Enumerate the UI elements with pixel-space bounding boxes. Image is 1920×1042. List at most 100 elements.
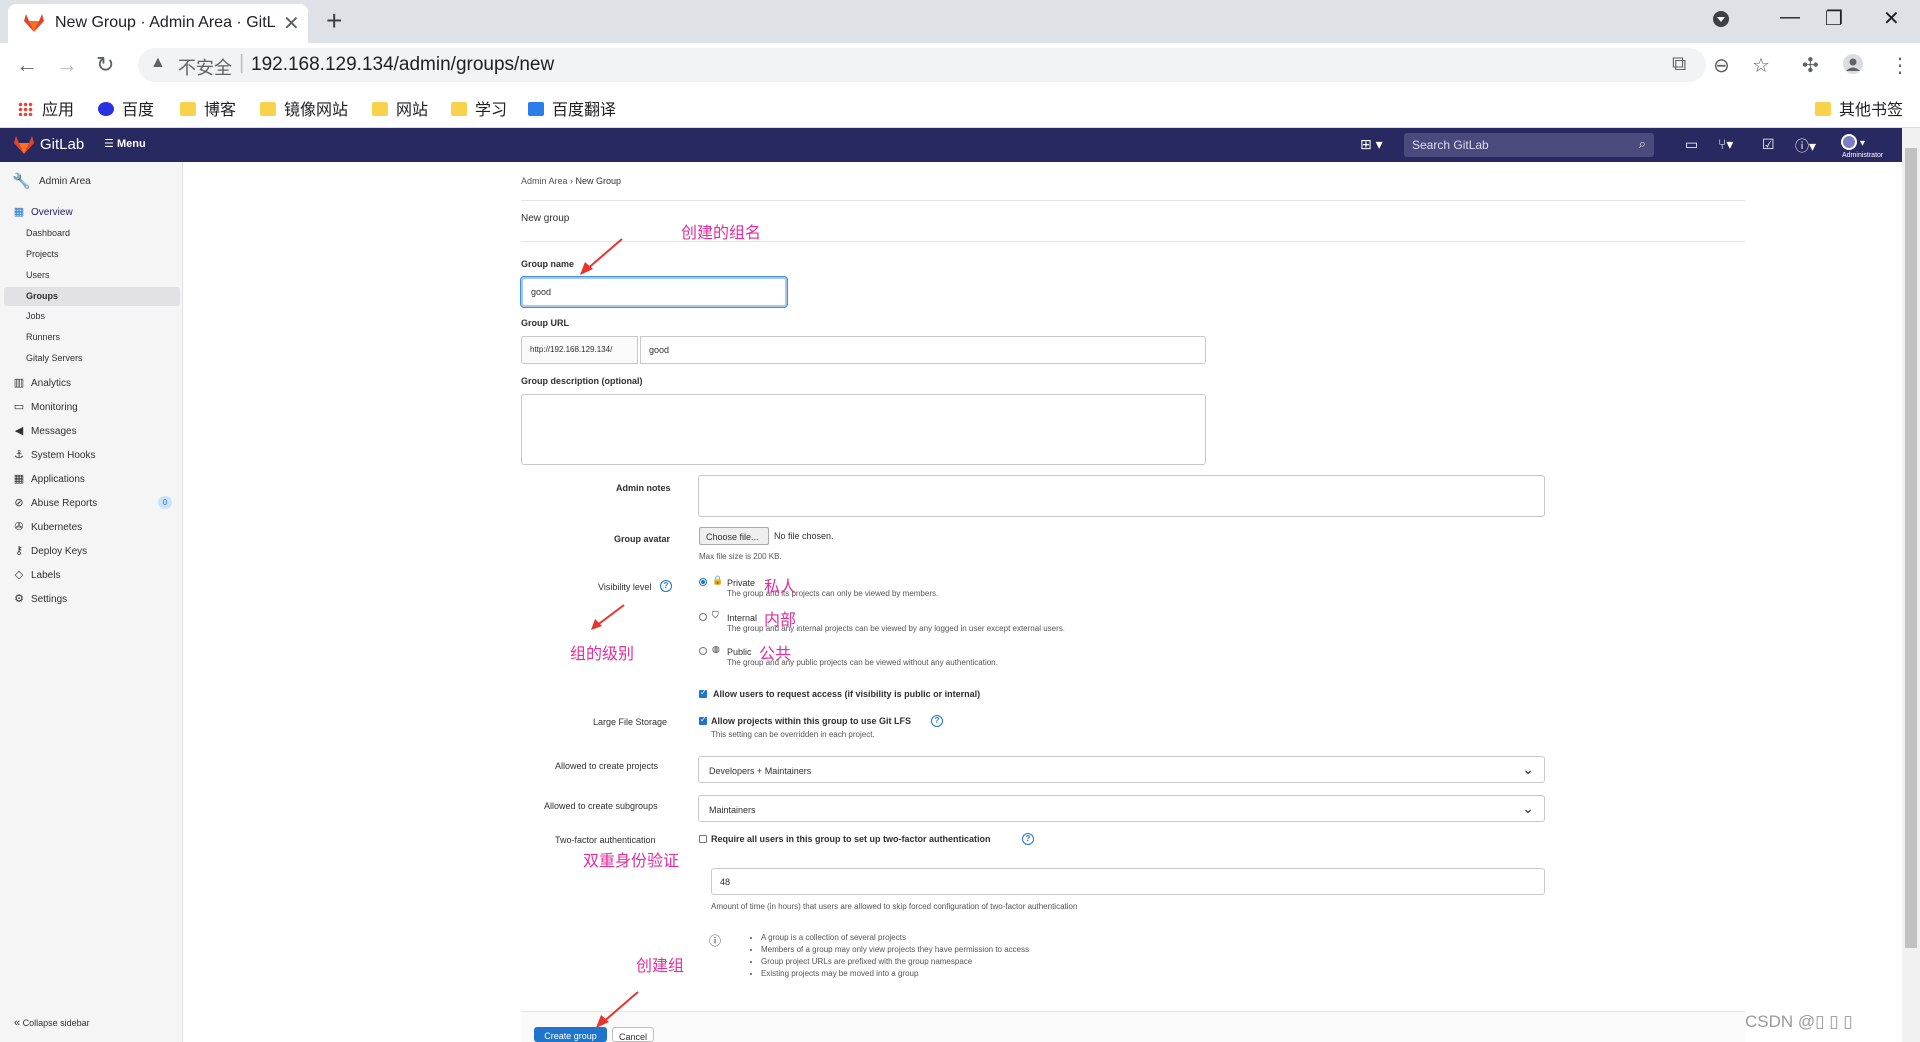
create-subgroups-label: Allowed to create subgroups xyxy=(544,801,658,811)
breadcrumb-new-group[interactable]: New Group xyxy=(576,176,622,186)
info-item: Group project URLs are prefixed with the… xyxy=(761,956,1029,968)
sidebar-item-messages[interactable]: ◀ Messages xyxy=(0,421,183,441)
zoom-icon[interactable]: ⊖ xyxy=(1713,53,1730,78)
other-bookmarks[interactable]: 其他书签 xyxy=(1815,96,1903,120)
browser-tab[interactable]: New Group · Admin Area · GitL ✕ xyxy=(8,4,308,43)
collapse-sidebar-button[interactable]: « Collapse sidebar xyxy=(14,1017,90,1029)
gitlab-brand[interactable]: GitLab xyxy=(40,136,84,153)
visibility-public-radio[interactable] xyxy=(699,647,707,655)
sidebar-item-abuse-reports[interactable]: ⊘ Abuse Reports 0 xyxy=(0,493,183,513)
search-input[interactable]: Search GitLab ⌕ xyxy=(1404,133,1654,157)
back-icon[interactable]: ← xyxy=(16,52,38,78)
twofa-checkbox[interactable] xyxy=(699,835,707,843)
profile-dropdown-icon[interactable] xyxy=(1712,10,1730,34)
lfs-label: Large File Storage xyxy=(593,717,668,727)
twofa-help-icon[interactable]: ? xyxy=(1022,833,1034,845)
browser-menu-icon[interactable]: ⋮ xyxy=(1890,53,1910,78)
profile-avatar-icon[interactable] xyxy=(1842,53,1864,81)
visibility-private-radio[interactable] xyxy=(699,578,707,586)
sidebar-sub-dashboard[interactable]: Dashboard xyxy=(26,228,70,238)
sidebar-item-monitoring[interactable]: ▭ Monitoring xyxy=(0,397,183,417)
restore-icon[interactable]: ❐ xyxy=(1825,6,1843,31)
sidebar-title: Admin Area xyxy=(39,176,91,187)
bookmark-study[interactable]: 学习 xyxy=(451,96,507,120)
url-text[interactable]: 192.168.129.134/admin/groups/new xyxy=(251,54,554,76)
new-dropdown-icon[interactable]: ⊞ ▾ xyxy=(1360,136,1383,153)
bookmark-apps[interactable]: 应用 xyxy=(18,96,74,120)
monitor-icon: ▭ xyxy=(13,401,25,413)
sidebar-sub-jobs[interactable]: Jobs xyxy=(26,311,45,321)
sidebar-item-analytics[interactable]: ▥ Analytics xyxy=(0,373,183,393)
gitlab-logo-icon[interactable] xyxy=(14,136,34,154)
help-icon[interactable]: ⓘ▾ xyxy=(1795,136,1816,156)
sidebar-item-system-hooks[interactable]: ⚓ System Hooks xyxy=(0,445,183,465)
lfs-help-text: This setting can be overridden in each p… xyxy=(711,730,875,739)
bookmark-sites[interactable]: 网站 xyxy=(372,96,428,120)
cancel-button[interactable]: Cancel xyxy=(612,1027,654,1042)
request-access-checkbox[interactable] xyxy=(699,688,707,698)
sidebar-sub-projects[interactable]: Projects xyxy=(26,249,59,259)
description-textarea[interactable] xyxy=(521,394,1206,465)
folder-icon xyxy=(372,102,388,116)
search-icon: ⌕ xyxy=(1638,136,1646,151)
bookmark-baidu[interactable]: 百度 xyxy=(98,96,154,120)
bookmark-star-icon[interactable]: ☆ xyxy=(1752,53,1770,78)
sidebar-item-applications[interactable]: ▦ Applications xyxy=(0,469,183,489)
sidebar-item-labels[interactable]: ◇ Labels xyxy=(0,565,183,585)
annotation-visibility: 组的级别 xyxy=(570,646,635,663)
group-name-label: Group name xyxy=(521,259,575,269)
forward-icon[interactable]: → xyxy=(56,52,78,78)
new-tab-button[interactable]: + xyxy=(326,5,342,37)
todos-icon[interactable]: ☑ xyxy=(1762,136,1775,153)
create-projects-select[interactable]: Developers + Maintainers ⌄ xyxy=(698,756,1545,783)
apps-icon: ▦ xyxy=(13,473,25,485)
gitlab-navbar: GitLab ☰ Menu ⊞ ▾ Search GitLab ⌕ ▭ ⑂▾ ☑… xyxy=(0,128,1902,162)
tab-strip: New Group · Admin Area · GitL ✕ + — ❐ ✕ xyxy=(0,0,1920,43)
sidebar-item-deploy-keys[interactable]: ⚷ Deploy Keys xyxy=(0,541,183,561)
avatar-caret-icon[interactable]: ▾ xyxy=(1860,138,1865,149)
sidebar-header[interactable]: 🔧 Admin Area xyxy=(0,168,183,196)
annotation-private: 私人 xyxy=(764,579,797,596)
lfs-checkbox[interactable] xyxy=(699,715,707,725)
address-bar[interactable]: ▲ 不安全 | 192.168.129.134/admin/groups/new xyxy=(138,48,1706,82)
window-close-icon[interactable]: ✕ xyxy=(1883,6,1900,31)
avatar-label: Administrator xyxy=(1842,152,1884,159)
sidebar-sub-gitaly-servers[interactable]: Gitaly Servers xyxy=(26,353,83,363)
reload-icon[interactable]: ↻ xyxy=(96,52,114,78)
sidebar-item-kubernetes[interactable]: ✇ Kubernetes xyxy=(0,517,183,537)
bookmark-mirror-sites[interactable]: 镜像网站 xyxy=(260,96,348,120)
choose-file-button[interactable]: Choose file... xyxy=(699,527,769,545)
breadcrumb-admin-area[interactable]: Admin Area xyxy=(521,176,568,186)
visibility-label: Visibility level xyxy=(598,582,652,592)
create-subgroups-select[interactable]: Maintainers ⌄ xyxy=(698,795,1545,822)
page-scrollbar[interactable] xyxy=(1902,128,1920,1042)
sidebar-item-overview[interactable]: ▦ Overview xyxy=(0,202,183,222)
issues-icon[interactable]: ▭ xyxy=(1685,136,1698,153)
sidebar-item-settings[interactable]: ⚙ Settings xyxy=(0,589,183,609)
visibility-help-icon[interactable]: ? xyxy=(660,580,672,592)
max-file-size-text: Max file size is 200 KB. xyxy=(699,552,782,561)
user-avatar[interactable] xyxy=(1840,133,1858,154)
sidebar-sub-groups[interactable]: Groups xyxy=(26,291,58,301)
menu-button[interactable]: ☰ Menu xyxy=(104,137,146,150)
create-group-button[interactable]: Create group xyxy=(534,1027,607,1042)
scrollbar-thumb[interactable] xyxy=(1905,148,1917,948)
minimize-icon[interactable]: — xyxy=(1780,6,1800,29)
lfs-help-icon[interactable]: ? xyxy=(931,715,943,727)
bookmark-blog[interactable]: 博客 xyxy=(180,96,236,120)
tab-close-icon[interactable]: ✕ xyxy=(283,11,300,36)
group-name-input[interactable]: good xyxy=(521,277,787,307)
merge-requests-icon[interactable]: ⑂▾ xyxy=(1718,136,1733,153)
extensions-icon[interactable]: ✣ xyxy=(1802,53,1819,78)
annotation-create: 创建组 xyxy=(636,958,685,975)
admin-notes-textarea[interactable] xyxy=(698,475,1545,517)
visibility-internal-radio[interactable] xyxy=(699,613,707,621)
group-avatar-label: Group avatar xyxy=(614,534,671,544)
sidebar-sub-runners[interactable]: Runners xyxy=(26,332,60,342)
bookmark-baidu-translate[interactable]: 百度翻译 xyxy=(528,96,616,120)
group-url-input[interactable]: good xyxy=(640,336,1206,364)
translate-icon[interactable]: ⧉ xyxy=(1672,53,1686,76)
sidebar-sub-users[interactable]: Users xyxy=(26,270,50,280)
grace-period-input[interactable]: 48 xyxy=(711,868,1545,895)
info-icon: ⓘ xyxy=(709,934,722,948)
